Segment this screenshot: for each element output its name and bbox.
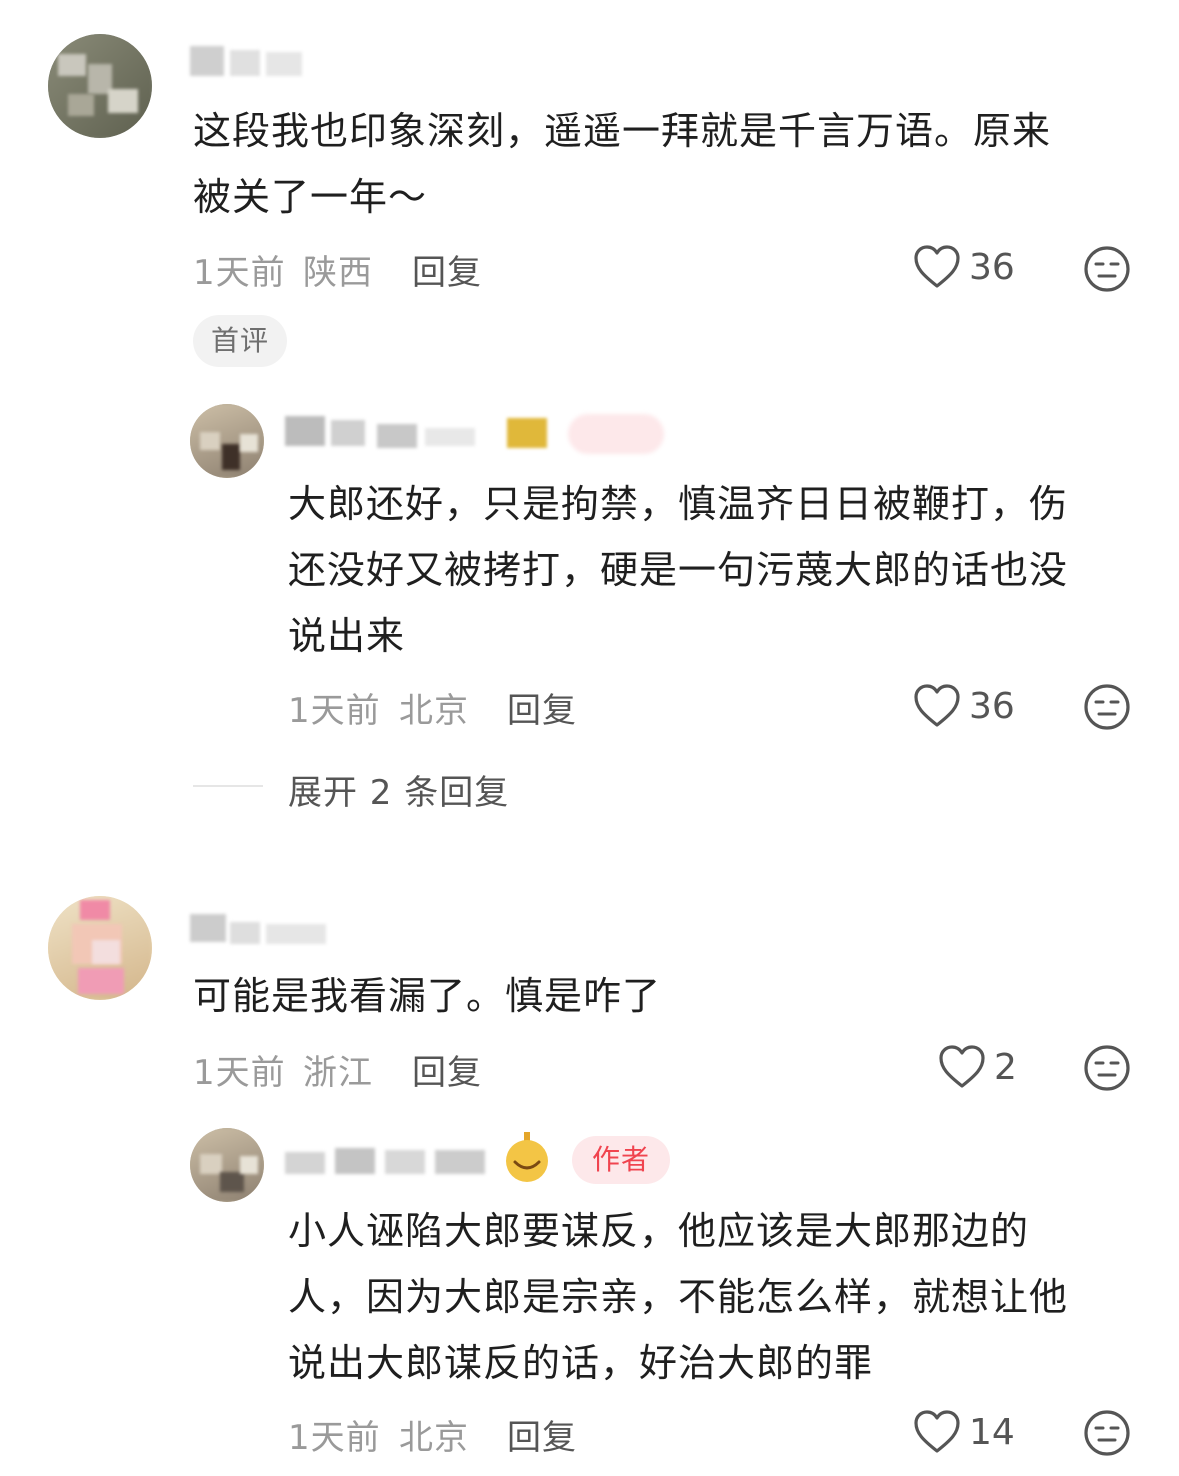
username-blurred[interactable]: [190, 42, 320, 76]
like-count: 14: [969, 1411, 1015, 1453]
expand-replies-button[interactable]: 展开 2 条回复: [288, 765, 509, 814]
like-count: 2: [994, 1046, 1017, 1088]
heart-outline-icon: [914, 684, 960, 727]
reply-button[interactable]: 回复: [507, 683, 577, 732]
author-tag-blurred: [568, 414, 664, 454]
reply-text: 小人诬陷大郎要谋反，他应该是大郎那边的 人，因为大郎是宗亲，不能怎么样，就想让他…: [288, 1209, 1069, 1385]
author-tag: 作者: [572, 1136, 671, 1184]
divider: [193, 785, 263, 787]
first-comment-tag: 首评: [193, 315, 288, 367]
neutral-face-icon[interactable]: [1083, 245, 1131, 293]
avatar[interactable]: [48, 896, 152, 1000]
reply-button[interactable]: 回复: [507, 1410, 577, 1459]
avatar[interactable]: [190, 404, 264, 478]
like-button[interactable]: 14: [913, 1409, 1015, 1455]
comment-text: 可能是我看漏了。慎是咋了: [193, 974, 662, 1018]
neutral-face-icon[interactable]: [1083, 1409, 1131, 1457]
comment-text: 这段我也印象深刻，遥遥一拜就是千言万语。原来 被关了一年～: [193, 109, 1052, 219]
heart-outline-icon: [939, 1045, 985, 1088]
reply-button[interactable]: 回复: [412, 1045, 482, 1094]
comment-location: 陕西: [303, 253, 373, 293]
heart-outline-icon: [914, 245, 960, 288]
heart-outline-icon: [914, 1410, 960, 1453]
reply-location: 北京: [399, 1418, 469, 1458]
neutral-face-icon[interactable]: [1083, 683, 1131, 731]
like-button[interactable]: 36: [913, 244, 1015, 290]
reply-location: 北京: [399, 691, 469, 731]
neutral-face-icon[interactable]: [1083, 1044, 1131, 1092]
username-blurred[interactable]: [285, 414, 547, 448]
comment-location: 浙江: [303, 1053, 373, 1093]
like-count: 36: [969, 685, 1015, 727]
reply-time: 1天前: [288, 1418, 381, 1458]
comment-time: 1天前: [193, 1053, 286, 1093]
reply-text: 大郎还好，只是拘禁，慎温齐日日被鞭打，伤 还没好又被拷打，硬是一句污蔑大郎的话也…: [288, 482, 1069, 658]
reply-button[interactable]: 回复: [412, 245, 482, 294]
smiley-emoji-icon: [506, 1132, 548, 1182]
like-button[interactable]: 2: [938, 1044, 1017, 1090]
avatar[interactable]: [190, 1128, 264, 1202]
avatar[interactable]: [48, 34, 152, 138]
like-button[interactable]: 36: [913, 683, 1015, 729]
comment-time: 1天前: [193, 253, 286, 293]
reply-time: 1天前: [288, 691, 381, 731]
username-blurred[interactable]: [190, 910, 340, 944]
like-count: 36: [969, 246, 1015, 288]
